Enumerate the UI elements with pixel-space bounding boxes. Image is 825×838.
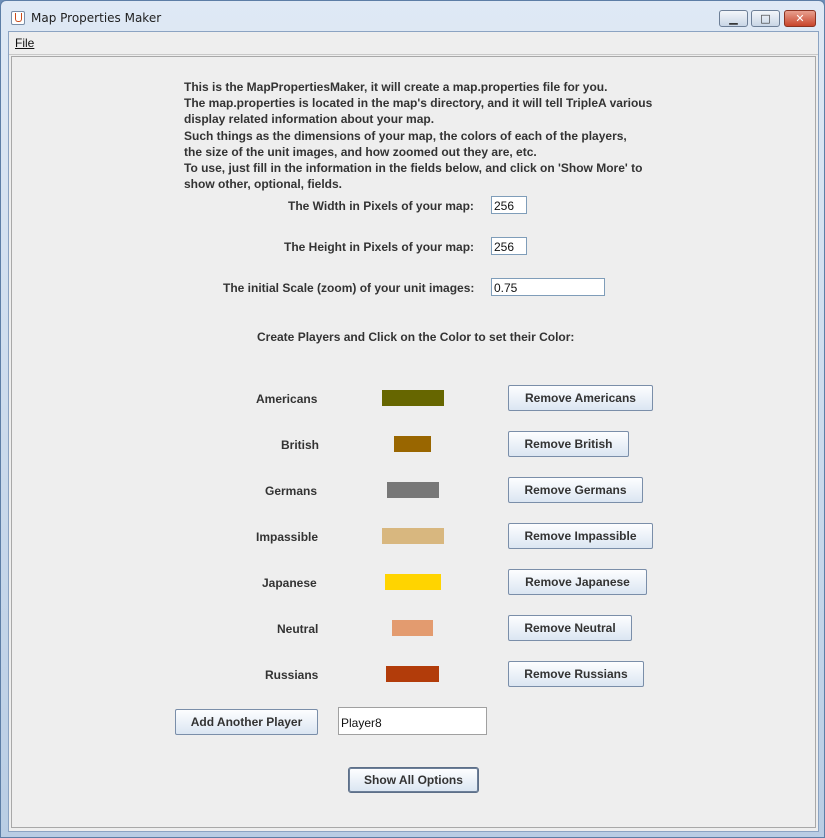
remove-japanese-button[interactable]: Remove Japanese (508, 569, 647, 595)
player-color-swatch-americans[interactable] (382, 390, 444, 406)
remove-british-button[interactable]: Remove British (508, 431, 629, 457)
maximize-button[interactable]: □ (751, 10, 780, 27)
remove-neutral-button[interactable]: Remove Neutral (508, 615, 632, 641)
scale-label: The initial Scale (zoom) of your unit im… (223, 281, 475, 295)
menu-file[interactable]: File (15, 36, 34, 50)
player-name-russians: Russians (265, 668, 319, 682)
window-title: Map Properties Maker (31, 11, 162, 25)
player-name-americans: Americans (256, 392, 318, 406)
player-color-swatch-impassible[interactable] (382, 528, 444, 544)
intro-line: To use, just fill in the information in … (184, 161, 643, 176)
add-player-button[interactable]: Add Another Player (175, 709, 318, 735)
remove-germans-button[interactable]: Remove Germans (508, 477, 643, 503)
app-window: Map Properties Maker ▁ □ ✕ File This is … (0, 0, 825, 838)
player-color-swatch-germans[interactable] (387, 482, 439, 498)
height-input[interactable]: 256 (491, 237, 527, 255)
intro-text: This is the MapPropertiesMaker, it will … (184, 79, 664, 192)
player-name-british: British (281, 438, 320, 452)
height-label: The Height in Pixels of your map: (284, 240, 475, 254)
intro-line: Such things as the dimensions of your ma… (184, 128, 627, 143)
close-icon: ✕ (795, 12, 805, 25)
minimize-icon: ▁ (729, 12, 738, 25)
main-panel: This is the MapPropertiesMaker, it will … (11, 56, 816, 828)
intro-line: display related information about your m… (184, 112, 435, 127)
player-color-swatch-british[interactable] (394, 436, 431, 452)
player-name-neutral: Neutral (277, 622, 319, 636)
scale-input[interactable]: 0.75 (491, 278, 605, 296)
intro-line: The map.properties is located in the map… (184, 96, 653, 111)
new-player-name-input[interactable]: Player8 (338, 707, 487, 735)
player-name-germans: Germans (265, 484, 318, 498)
menu-bar: File (9, 32, 818, 55)
player-name-impassible: Impassible (256, 530, 319, 544)
width-label: The Width in Pixels of your map: (288, 199, 474, 213)
player-name-japanese: Japanese (262, 576, 317, 590)
remove-impassible-button[interactable]: Remove Impassible (508, 523, 653, 549)
player-color-swatch-russians[interactable] (386, 666, 439, 682)
window-client-area: File This is the MapPropertiesMaker, it … (8, 31, 819, 832)
remove-russians-button[interactable]: Remove Russians (508, 661, 644, 687)
intro-line: show other, optional, fields. (184, 177, 343, 192)
player-color-swatch-japanese[interactable] (385, 574, 441, 590)
intro-line: This is the MapPropertiesMaker, it will … (184, 80, 608, 94)
player-color-swatch-neutral[interactable] (392, 620, 433, 636)
java-app-icon (11, 11, 25, 25)
show-all-options-button[interactable]: Show All Options (348, 767, 479, 793)
players-heading: Create Players and Click on the Color to… (257, 330, 575, 344)
width-input[interactable]: 256 (491, 196, 527, 214)
close-button[interactable]: ✕ (784, 10, 816, 27)
minimize-button[interactable]: ▁ (719, 10, 748, 27)
title-bar[interactable]: Map Properties Maker ▁ □ ✕ (1, 1, 824, 31)
remove-americans-button[interactable]: Remove Americans (508, 385, 653, 411)
intro-line: the size of the unit images, and how zoo… (184, 144, 537, 159)
maximize-icon: □ (760, 12, 771, 25)
